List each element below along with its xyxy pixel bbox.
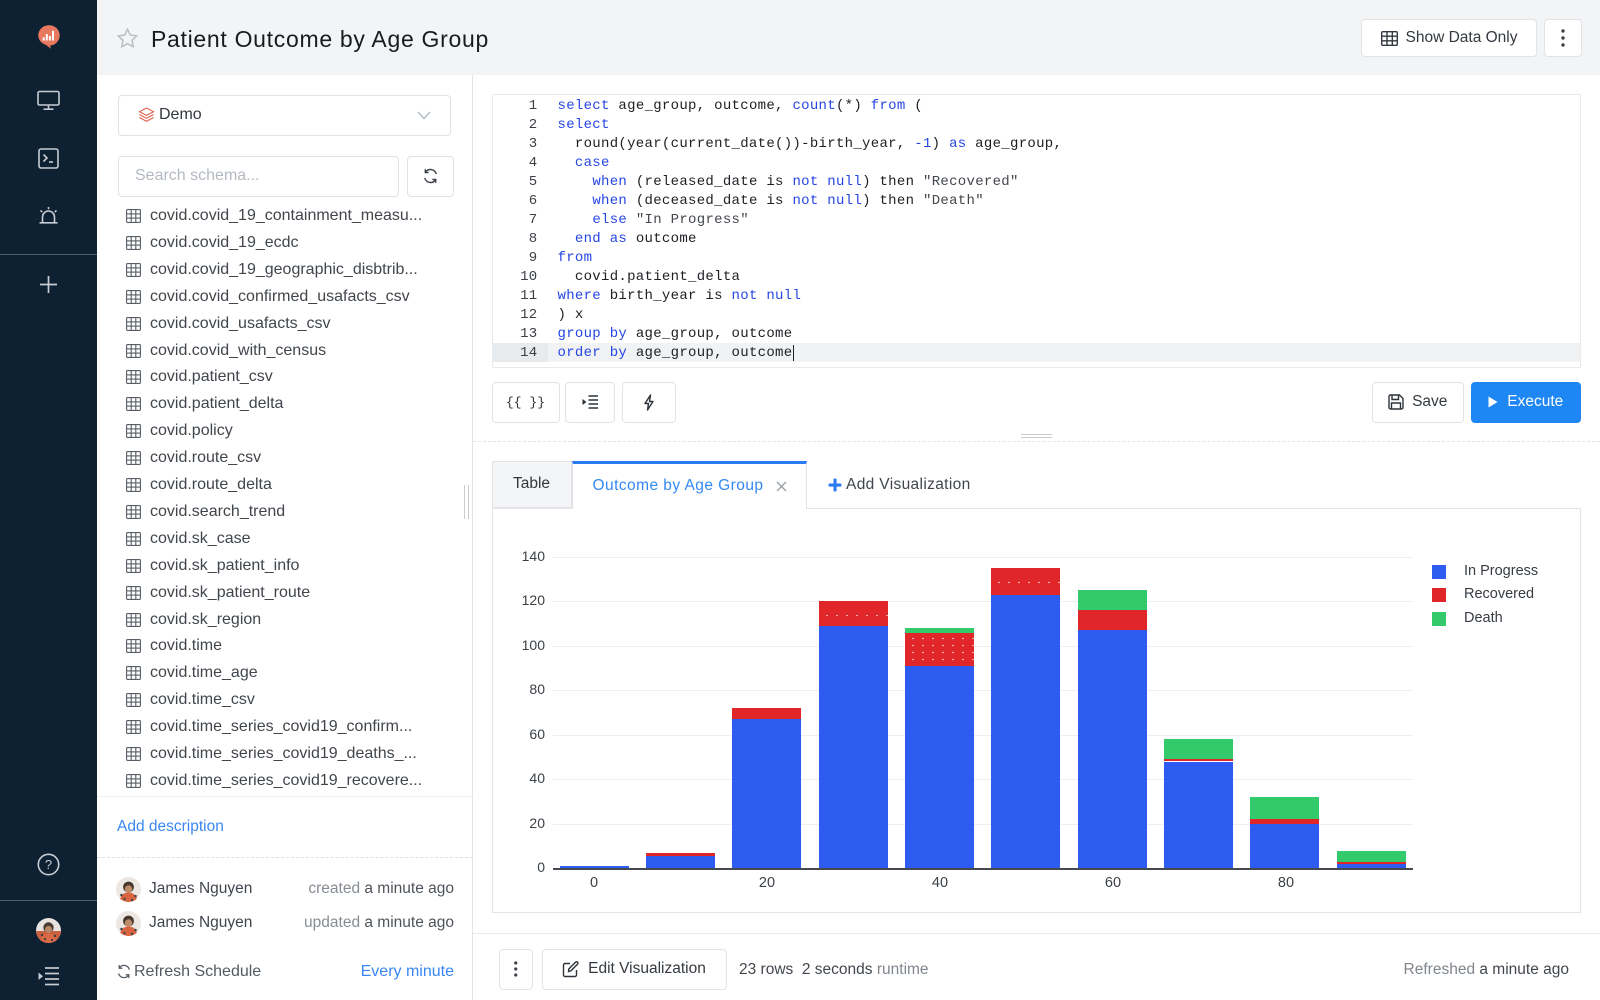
- svg-text:?: ?: [45, 857, 52, 872]
